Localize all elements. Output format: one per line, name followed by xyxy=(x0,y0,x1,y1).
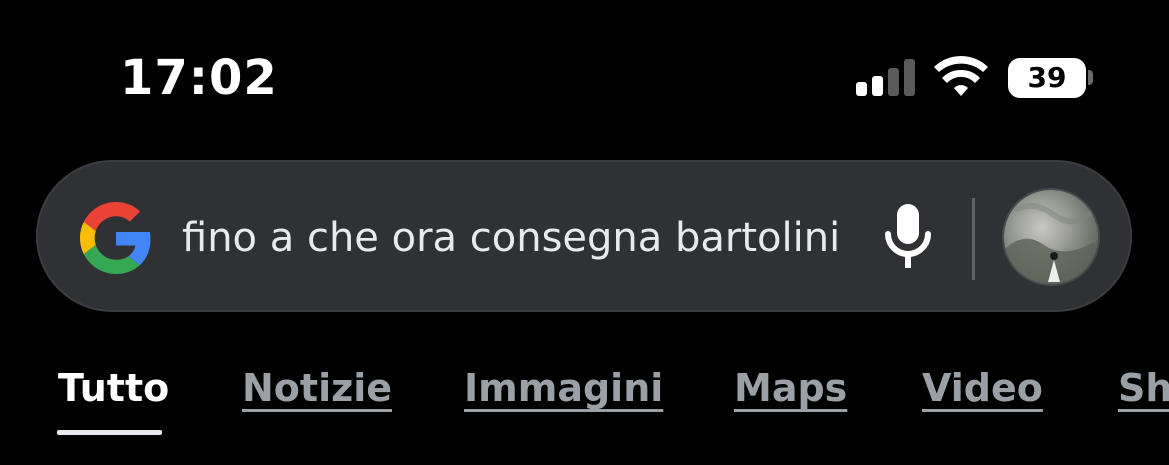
wifi-icon xyxy=(934,56,988,96)
tab-notizie[interactable]: Notizie xyxy=(242,366,392,410)
search-tabs: Tutto Notizie Immagini Maps Video Sh xyxy=(0,360,1169,440)
tab-tutto[interactable]: Tutto xyxy=(58,366,169,410)
battery-nub xyxy=(1088,70,1093,85)
profile-avatar[interactable] xyxy=(1002,188,1100,286)
status-bar: 17:02 39 xyxy=(0,0,1169,150)
search-bar[interactable]: fino a che ora consegna bartolini xyxy=(36,160,1132,312)
cellular-signal-icon xyxy=(856,58,915,96)
tab-shopping[interactable]: Sh xyxy=(1118,366,1169,410)
google-g-icon xyxy=(80,202,151,274)
search-divider xyxy=(972,198,975,280)
avatar-image xyxy=(1004,203,1098,284)
microphone-icon[interactable] xyxy=(880,202,936,272)
battery-indicator: 39 xyxy=(1008,58,1086,98)
tab-video[interactable]: Video xyxy=(922,366,1043,410)
active-tab-indicator xyxy=(57,430,162,435)
tab-maps[interactable]: Maps xyxy=(734,366,847,410)
status-time: 17:02 xyxy=(120,50,278,106)
search-query-text[interactable]: fino a che ora consegna bartolini xyxy=(182,212,840,264)
tab-immagini[interactable]: Immagini xyxy=(464,366,663,410)
